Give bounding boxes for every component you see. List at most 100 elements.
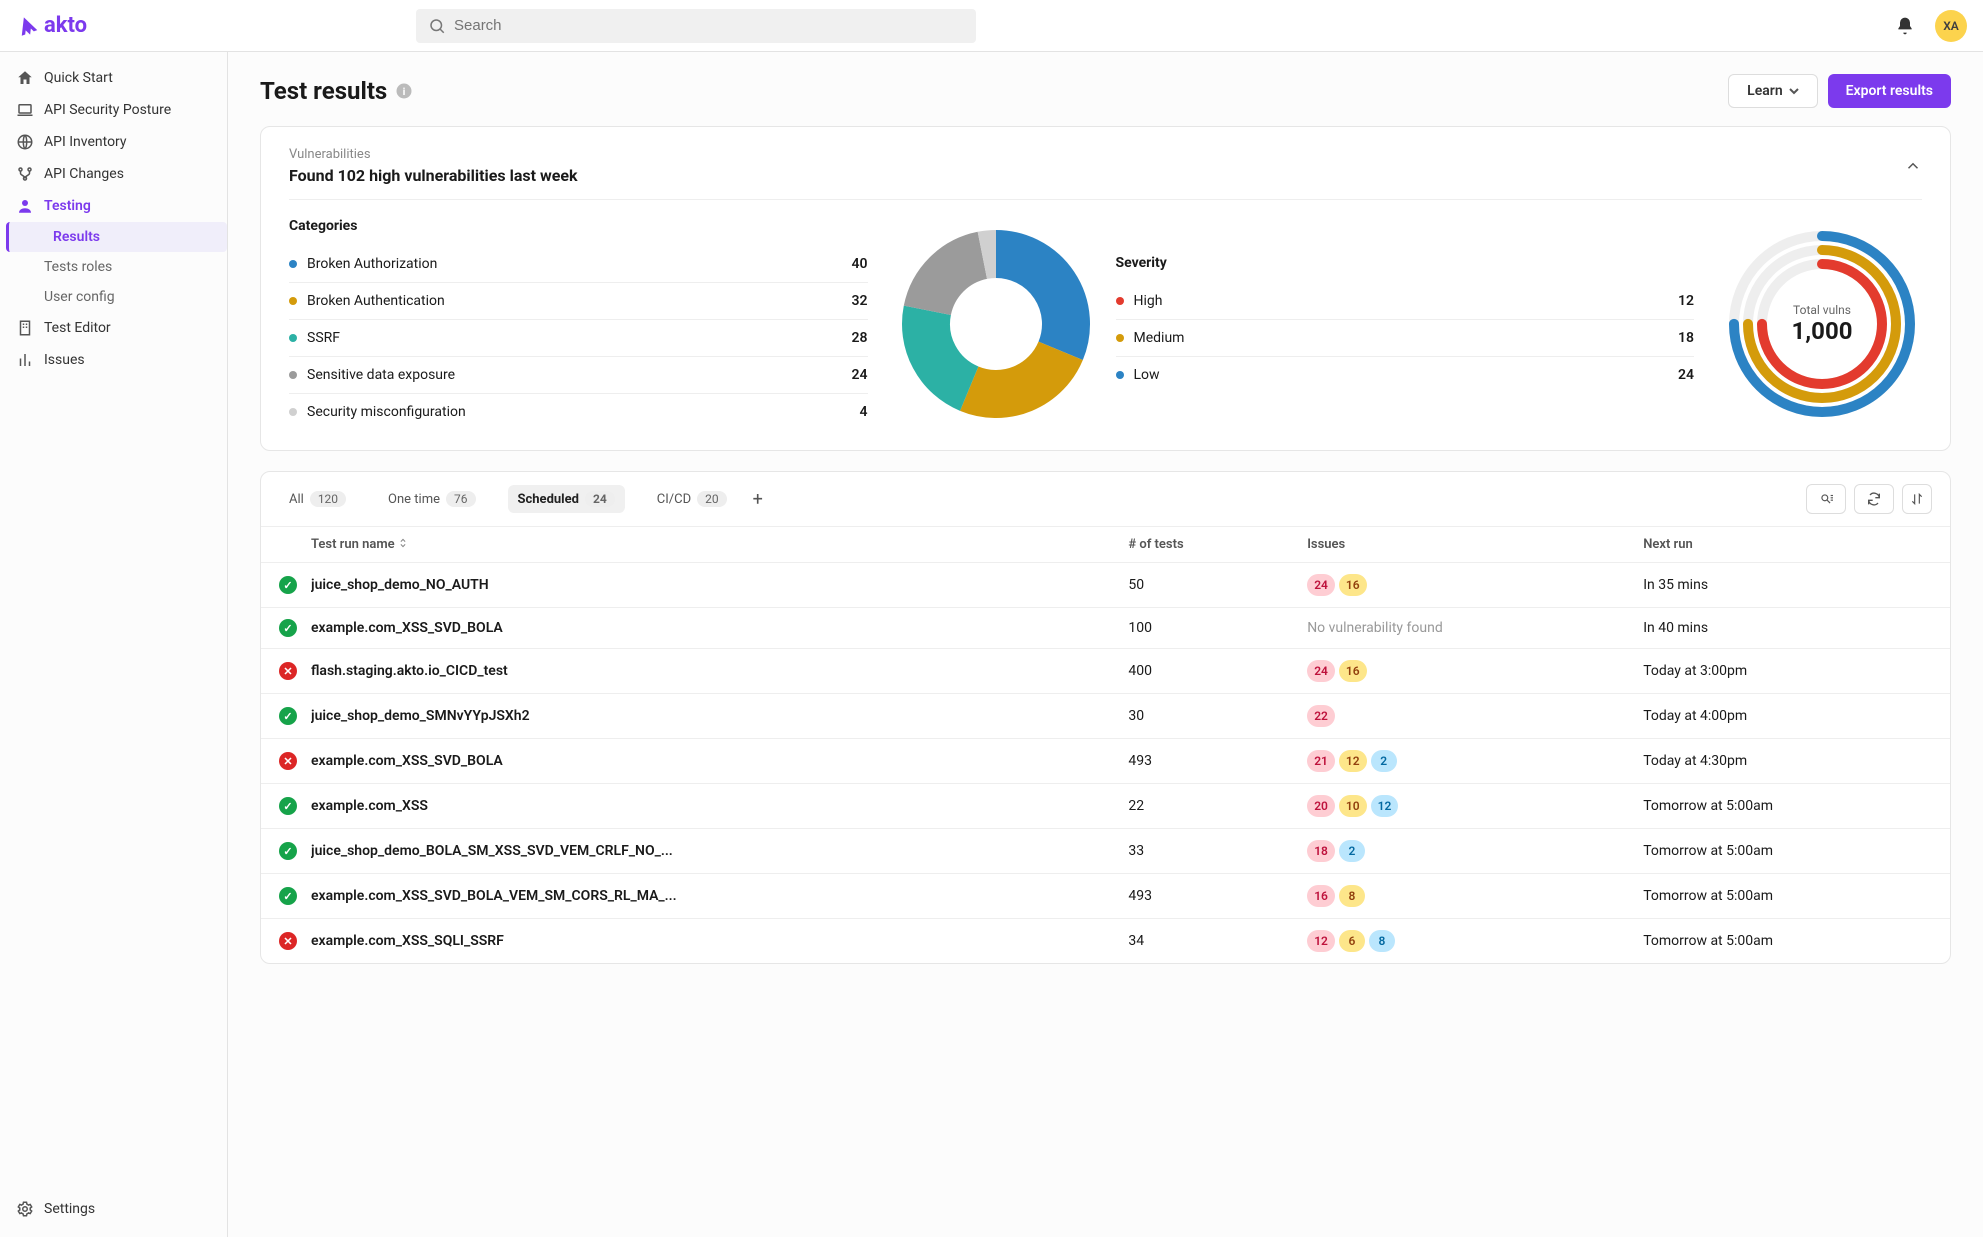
sidebar-item-testroles[interactable]: Tests roles: [0, 252, 227, 282]
next-run: Tomorrow at 5:00am: [1625, 919, 1950, 964]
sidebar-label: Settings: [44, 1201, 95, 1217]
bell-icon[interactable]: [1895, 16, 1915, 36]
category-row: SSRF28: [289, 320, 868, 357]
check-icon: ✓: [279, 619, 297, 637]
dot-icon: [289, 371, 297, 379]
table-row[interactable]: ✓example.com_XSS_SVD_BOLA100No vulnerabi…: [261, 608, 1950, 649]
issue-chip: 22: [1307, 705, 1335, 727]
search-bar[interactable]: [416, 9, 976, 43]
tab-scheduled[interactable]: Scheduled24: [508, 485, 625, 513]
sidebar-item-testeditor[interactable]: Test Editor: [0, 312, 227, 344]
sidebar-item-settings[interactable]: Settings: [0, 1193, 227, 1225]
issue-chip: 16: [1339, 574, 1367, 596]
next-run: Tomorrow at 5:00am: [1625, 874, 1950, 919]
severity-radial-chart: Total vulns 1,000: [1722, 224, 1922, 424]
issue-chip: 21: [1307, 750, 1335, 772]
x-icon: ✕: [279, 752, 297, 770]
severity-row: Medium18: [1116, 320, 1695, 357]
learn-button[interactable]: Learn: [1728, 74, 1817, 108]
severity-row: High12: [1116, 283, 1695, 320]
tab-onetime[interactable]: One time76: [378, 485, 485, 513]
issue-chip: 10: [1339, 795, 1367, 817]
sidebar-label: Results: [53, 229, 100, 245]
category-row: Broken Authorization40: [289, 246, 868, 283]
sort-icon: [398, 538, 408, 548]
table-row[interactable]: ✓juice_shop_demo_BOLA_SM_XSS_SVD_VEM_CRL…: [261, 829, 1950, 874]
col-issues[interactable]: Issues: [1289, 527, 1625, 563]
run-name: juice_shop_demo_NO_AUTH: [311, 577, 489, 593]
table-row[interactable]: ✕example.com_XSS_SVD_BOLA49321122Today a…: [261, 739, 1950, 784]
chart-icon: [16, 351, 34, 369]
brand-text: akto: [44, 13, 87, 38]
export-button[interactable]: Export results: [1828, 74, 1951, 108]
laptop-icon: [16, 101, 34, 119]
tests-count: 34: [1110, 919, 1289, 964]
info-icon[interactable]: i: [395, 82, 413, 100]
severity-title: Severity: [1116, 255, 1695, 271]
col-next[interactable]: Next run: [1625, 527, 1950, 563]
tests-count: 30: [1110, 694, 1289, 739]
sidebar-label: API Changes: [44, 166, 124, 182]
add-tab-button[interactable]: +: [745, 485, 771, 514]
sidebar-item-issues[interactable]: Issues: [0, 344, 227, 376]
x-icon: ✕: [279, 932, 297, 950]
issues-cell: 182: [1289, 829, 1625, 874]
branch-icon: [16, 165, 34, 183]
dot-icon: [289, 408, 297, 416]
sidebar-item-inventory[interactable]: API Inventory: [0, 126, 227, 158]
check-icon: ✓: [279, 797, 297, 815]
refresh-button[interactable]: [1854, 484, 1894, 514]
search-input[interactable]: [454, 17, 964, 34]
run-name: example.com_XSS_SVD_BOLA: [311, 753, 503, 769]
sidebar-label: Testing: [44, 198, 91, 214]
issue-chip: 6: [1339, 930, 1365, 952]
sidebar-item-userconfig[interactable]: User config: [0, 282, 227, 312]
tab-all[interactable]: All120: [279, 485, 356, 513]
table-row[interactable]: ✓juice_shop_demo_NO_AUTH502416In 35 mins: [261, 563, 1950, 608]
table-row[interactable]: ✓juice_shop_demo_SMNvYYpJSXh23022Today a…: [261, 694, 1950, 739]
dot-icon: [1116, 334, 1124, 342]
user-icon: [16, 197, 34, 215]
chevron-up-icon[interactable]: [1904, 157, 1922, 175]
run-name: juice_shop_demo_SMNvYYpJSXh2: [311, 708, 530, 724]
table-row[interactable]: ✕example.com_XSS_SQLI_SSRF341268Tomorrow…: [261, 919, 1950, 964]
category-row: Sensitive data exposure24: [289, 357, 868, 394]
issues-cell: No vulnerability found: [1289, 608, 1625, 649]
sidebar-item-posture[interactable]: API Security Posture: [0, 94, 227, 126]
sort-button[interactable]: [1902, 484, 1932, 514]
gear-icon: [16, 1200, 34, 1218]
table-row[interactable]: ✓example.com_XSS22201012Tomorrow at 5:00…: [261, 784, 1950, 829]
table-row[interactable]: ✓example.com_XSS_SVD_BOLA_VEM_SM_CORS_RL…: [261, 874, 1950, 919]
building-icon: [16, 319, 34, 337]
col-name[interactable]: Test run name: [261, 527, 1110, 563]
avatar[interactable]: XA: [1935, 10, 1967, 42]
tab-cicd[interactable]: CI/CD20: [647, 485, 737, 513]
issues-cell: 168: [1289, 874, 1625, 919]
issue-chip: 24: [1307, 574, 1335, 596]
next-run: In 35 mins: [1625, 563, 1950, 608]
issue-chip: 12: [1371, 795, 1399, 817]
table-row[interactable]: ✕flash.staging.akto.io_CICD_test4002416T…: [261, 649, 1950, 694]
svg-text:i: i: [403, 85, 406, 98]
sidebar-item-testing[interactable]: Testing: [0, 190, 227, 222]
sidebar-item-changes[interactable]: API Changes: [0, 158, 227, 190]
categories-donut-chart: [896, 224, 1096, 424]
tests-count: 22: [1110, 784, 1289, 829]
vuln-headline: Found 102 high vulnerabilities last week: [289, 166, 578, 185]
brand-logo[interactable]: akto: [16, 13, 226, 38]
dot-icon: [289, 297, 297, 305]
sidebar-item-results[interactable]: Results: [6, 222, 227, 252]
x-icon: ✕: [279, 662, 297, 680]
issue-chip: 24: [1307, 660, 1335, 682]
run-name: juice_shop_demo_BOLA_SM_XSS_SVD_VEM_CRLF…: [311, 843, 673, 859]
col-tests[interactable]: # of tests: [1110, 527, 1289, 563]
filter-button[interactable]: [1806, 484, 1846, 514]
tests-count: 100: [1110, 608, 1289, 649]
sidebar-item-quickstart[interactable]: Quick Start: [0, 62, 227, 94]
sidebar-label: Quick Start: [44, 70, 113, 86]
sidebar: Quick Start API Security Posture API Inv…: [0, 52, 228, 1237]
check-icon: ✓: [279, 887, 297, 905]
total-vulns-value: 1,000: [1792, 317, 1853, 345]
next-run: Today at 3:00pm: [1625, 649, 1950, 694]
check-icon: ✓: [279, 707, 297, 725]
